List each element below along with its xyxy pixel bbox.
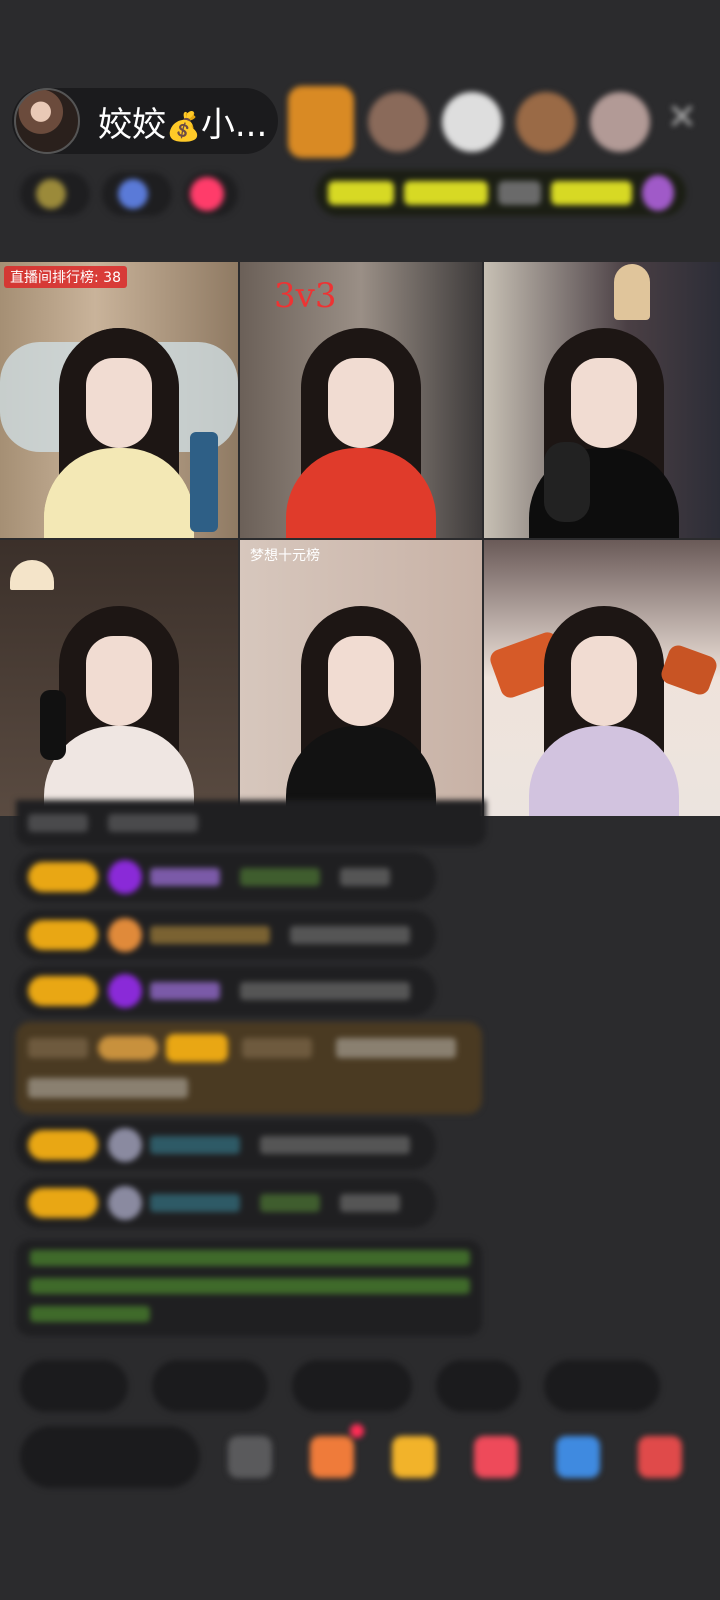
gift-icon[interactable] <box>638 1436 682 1478</box>
viewer-avatar[interactable] <box>288 86 354 158</box>
chat-message[interactable] <box>16 852 436 902</box>
quick-action-pill[interactable] <box>544 1360 660 1412</box>
chat-message[interactable] <box>16 1178 436 1228</box>
money-bag-icon: 💰 <box>166 109 201 143</box>
video-tile[interactable]: 3v3 <box>240 262 482 538</box>
live-chip[interactable] <box>184 172 238 216</box>
viewer-avatar[interactable] <box>368 92 428 152</box>
popularity-chip[interactable] <box>102 172 172 216</box>
video-tile[interactable] <box>0 540 238 816</box>
video-tile[interactable] <box>484 540 720 816</box>
viewer-avatar[interactable] <box>516 92 576 152</box>
video-tile[interactable] <box>484 262 720 538</box>
quick-action-pill[interactable] <box>152 1360 268 1412</box>
rank-tag: 直播间排行榜: 38 <box>4 266 127 288</box>
treasure-icon[interactable] <box>392 1436 436 1478</box>
viewer-avatar[interactable] <box>590 92 650 152</box>
chat-message[interactable] <box>16 1120 436 1170</box>
rank-chip[interactable] <box>20 172 90 216</box>
emoji-icon[interactable] <box>228 1436 272 1478</box>
chat-message[interactable] <box>16 800 486 846</box>
notification-dot <box>350 1424 364 1438</box>
viewer-avatar[interactable] <box>442 92 502 152</box>
gift-box-icon[interactable] <box>310 1436 354 1478</box>
info-row <box>20 172 238 216</box>
host-name: 姣姣💰小... <box>98 97 267 146</box>
share-icon[interactable] <box>556 1436 600 1478</box>
video-tile[interactable]: 直播间排行榜: 38 <box>0 262 238 538</box>
highlight-message[interactable] <box>16 1022 482 1114</box>
gift-icon <box>641 175 674 211</box>
chat-message[interactable] <box>16 966 436 1016</box>
quick-action-pill[interactable] <box>292 1360 412 1412</box>
close-icon[interactable]: ✕ <box>662 98 702 138</box>
host-info[interactable]: 姣姣💰小... <box>12 88 278 154</box>
video-tile[interactable]: 梦想十元榜 <box>240 540 482 816</box>
quick-action-pill[interactable] <box>20 1360 128 1412</box>
comment-input[interactable] <box>20 1426 200 1488</box>
video-grid: 直播间排行榜: 38 3v3 梦想十元榜 <box>0 262 720 816</box>
host-name-suffix: 小... <box>200 104 268 145</box>
system-notice <box>16 1240 482 1336</box>
quick-actions <box>20 1360 660 1412</box>
host-name-text: 姣姣 <box>98 104 166 145</box>
bottom-bar <box>20 1424 720 1494</box>
chat-message[interactable] <box>16 910 436 960</box>
game-icon[interactable] <box>474 1436 518 1478</box>
top-viewers <box>288 86 650 158</box>
vs-label: 3v3 <box>274 276 337 316</box>
rank-tag: 梦想十元榜 <box>250 548 320 564</box>
activity-banner[interactable] <box>316 170 686 216</box>
quick-action-pill[interactable] <box>436 1360 520 1412</box>
host-avatar[interactable] <box>14 88 80 154</box>
